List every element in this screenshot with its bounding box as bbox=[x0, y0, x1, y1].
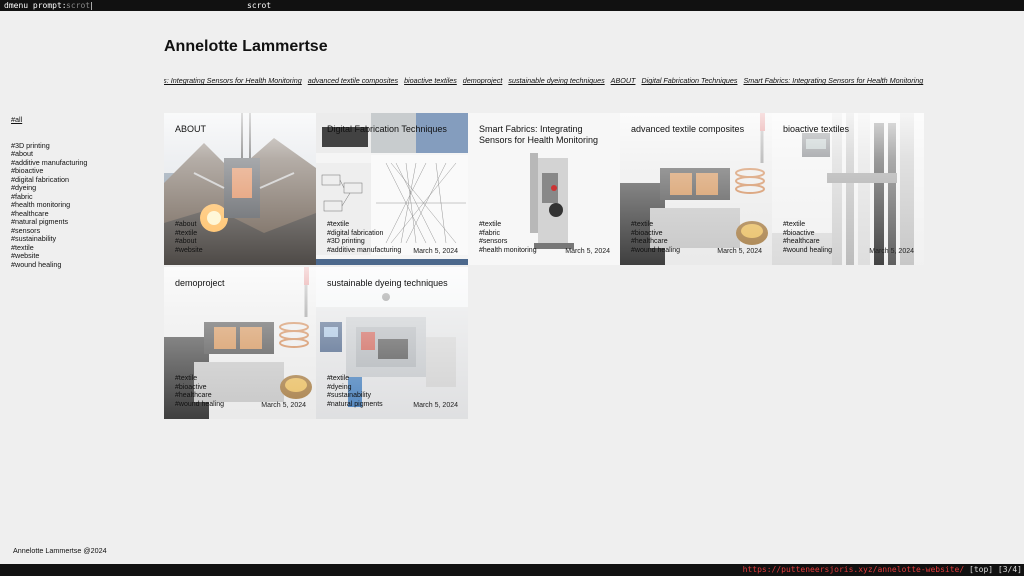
project-nav: Smart Fabrics: Integrating Sensors for H… bbox=[164, 76, 934, 88]
card-title: bioactive textiles bbox=[783, 124, 850, 134]
card-date: March 5, 2024 bbox=[413, 248, 458, 255]
card-tag: #wound healing bbox=[631, 246, 681, 254]
card-tag: #healthcare bbox=[631, 238, 668, 245]
dmenu-item[interactable]: scrot bbox=[247, 0, 271, 11]
card-tag: #textile bbox=[479, 221, 502, 228]
card-tags: #textile #digital fabrication #3D printi… bbox=[327, 221, 401, 255]
card-title: advanced textile composites bbox=[631, 124, 745, 134]
project-card[interactable]: Smart Fabrics: Integrating Sensors for H… bbox=[468, 113, 620, 265]
card-tag: #digital fabrication bbox=[327, 229, 384, 237]
nav-link[interactable]: advanced textile composites bbox=[308, 76, 398, 85]
card-tag: #natural pigments bbox=[327, 400, 383, 408]
scroll-position: [top] [3/4] bbox=[969, 565, 1022, 574]
card-tag: #about bbox=[175, 238, 197, 245]
card-date: March 5, 2024 bbox=[565, 248, 610, 255]
card-title: ABOUT bbox=[175, 124, 207, 134]
card-tag: #healthcare bbox=[175, 392, 212, 399]
dmenu-prompt: dmenu prompt: bbox=[4, 1, 67, 10]
nav-link[interactable]: ABOUT bbox=[611, 76, 636, 85]
nav-link[interactable]: sustainable dyeing techniques bbox=[508, 76, 604, 85]
card-tag: #fabric bbox=[479, 229, 501, 237]
card-tag: #about bbox=[175, 221, 197, 228]
dmenu-bar: dmenu prompt: scrot scrot bbox=[0, 0, 1024, 11]
card-tag: #sustainability bbox=[327, 392, 371, 399]
nav-link[interactable]: demoproject bbox=[463, 76, 503, 85]
nav-link[interactable]: Smart Fabrics: Integrating Sensors for H… bbox=[743, 76, 923, 85]
card-date: March 5, 2024 bbox=[413, 402, 458, 409]
tag-sidebar: #all #3D printing #about #additive manuf… bbox=[11, 115, 87, 270]
card-tag: #sensors bbox=[479, 238, 508, 245]
project-card[interactable]: Digital Fabrication Techniques #textile … bbox=[316, 113, 468, 265]
card-tag: #textile bbox=[783, 221, 806, 228]
card-tag: #health monitoring bbox=[479, 246, 537, 254]
card-date: March 5, 2024 bbox=[261, 402, 306, 409]
card-tag: #wound healing bbox=[175, 400, 225, 408]
card-tag: #bioactive bbox=[631, 229, 663, 237]
card-tag: #bioactive bbox=[783, 229, 815, 237]
card-tag: #textile bbox=[631, 221, 654, 228]
project-card[interactable]: demoproject #textile #bioactive #healthc… bbox=[164, 267, 316, 419]
tag-filter[interactable]: #wound healing bbox=[11, 260, 87, 270]
card-tags: #textile #bioactive #healthcare #wound h… bbox=[783, 221, 832, 255]
card-tag: #dyeing bbox=[327, 383, 352, 391]
card-tag: #textile bbox=[327, 221, 350, 228]
project-card[interactable]: bioactive textiles #textile #bioactive #… bbox=[772, 113, 924, 265]
browser-statusbar: https://putteneersjoris.xyz/annelotte-we… bbox=[0, 564, 1024, 576]
card-date: March 5, 2024 bbox=[869, 248, 914, 255]
card-tag: #wound healing bbox=[783, 246, 833, 254]
project-card[interactable]: advanced textile composites #textile #bi… bbox=[620, 113, 772, 265]
card-tags: #textile #dyeing #sustainability #natura… bbox=[327, 375, 383, 409]
card-tag: #website bbox=[175, 246, 203, 254]
project-card[interactable]: ABOUT #about #textile #about #website bbox=[164, 113, 316, 265]
statusbar-right: https://putteneersjoris.xyz/annelotte-we… bbox=[743, 564, 1022, 576]
card-tags: #textile #bioactive #healthcare #wound h… bbox=[175, 375, 224, 409]
card-tags: #about #textile #about #website bbox=[175, 221, 203, 255]
nav-link[interactable]: bioactive textiles bbox=[404, 76, 457, 85]
site-title[interactable]: Annelotte Lammertse bbox=[164, 38, 328, 56]
project-card[interactable]: sustainable dyeing techniques #textile #… bbox=[316, 267, 468, 419]
card-title: sustainable dyeing techniques bbox=[327, 278, 448, 288]
dmenu-input-text: scrot bbox=[66, 1, 91, 10]
nav-link[interactable]: Smart Fabrics: Integrating Sensors for H… bbox=[164, 76, 302, 85]
card-tag: #bioactive bbox=[175, 383, 207, 391]
current-url: https://putteneersjoris.xyz/annelotte-we… bbox=[742, 565, 965, 574]
card-title: demoproject bbox=[175, 278, 225, 288]
tag-filter-all[interactable]: #all bbox=[11, 115, 87, 125]
text-caret bbox=[91, 1, 93, 10]
card-tag: #healthcare bbox=[783, 238, 820, 245]
card-title: Digital Fabrication Techniques bbox=[327, 124, 447, 134]
card-date: March 5, 2024 bbox=[717, 248, 762, 255]
card-tags: #textile #bioactive #healthcare #wound h… bbox=[631, 221, 680, 255]
site-footer: Annelotte Lammertse @2024 bbox=[13, 546, 107, 555]
card-tag: #textile bbox=[175, 229, 198, 237]
card-tag: #textile bbox=[175, 375, 198, 382]
card-tag: #3D printing bbox=[327, 238, 365, 245]
card-tag: #additive manufacturing bbox=[327, 246, 402, 254]
card-title: Smart Fabrics: Integrating Sensors for H… bbox=[479, 124, 599, 145]
project-grid: ABOUT #about #textile #about #website Di… bbox=[164, 113, 924, 419]
card-tag: #textile bbox=[327, 375, 350, 382]
card-tags: #textile #fabric #sensors #health monito… bbox=[479, 221, 537, 255]
dmenu-input[interactable]: scrot bbox=[66, 0, 93, 11]
nav-link[interactable]: Digital Fabrication Techniques bbox=[641, 76, 737, 85]
